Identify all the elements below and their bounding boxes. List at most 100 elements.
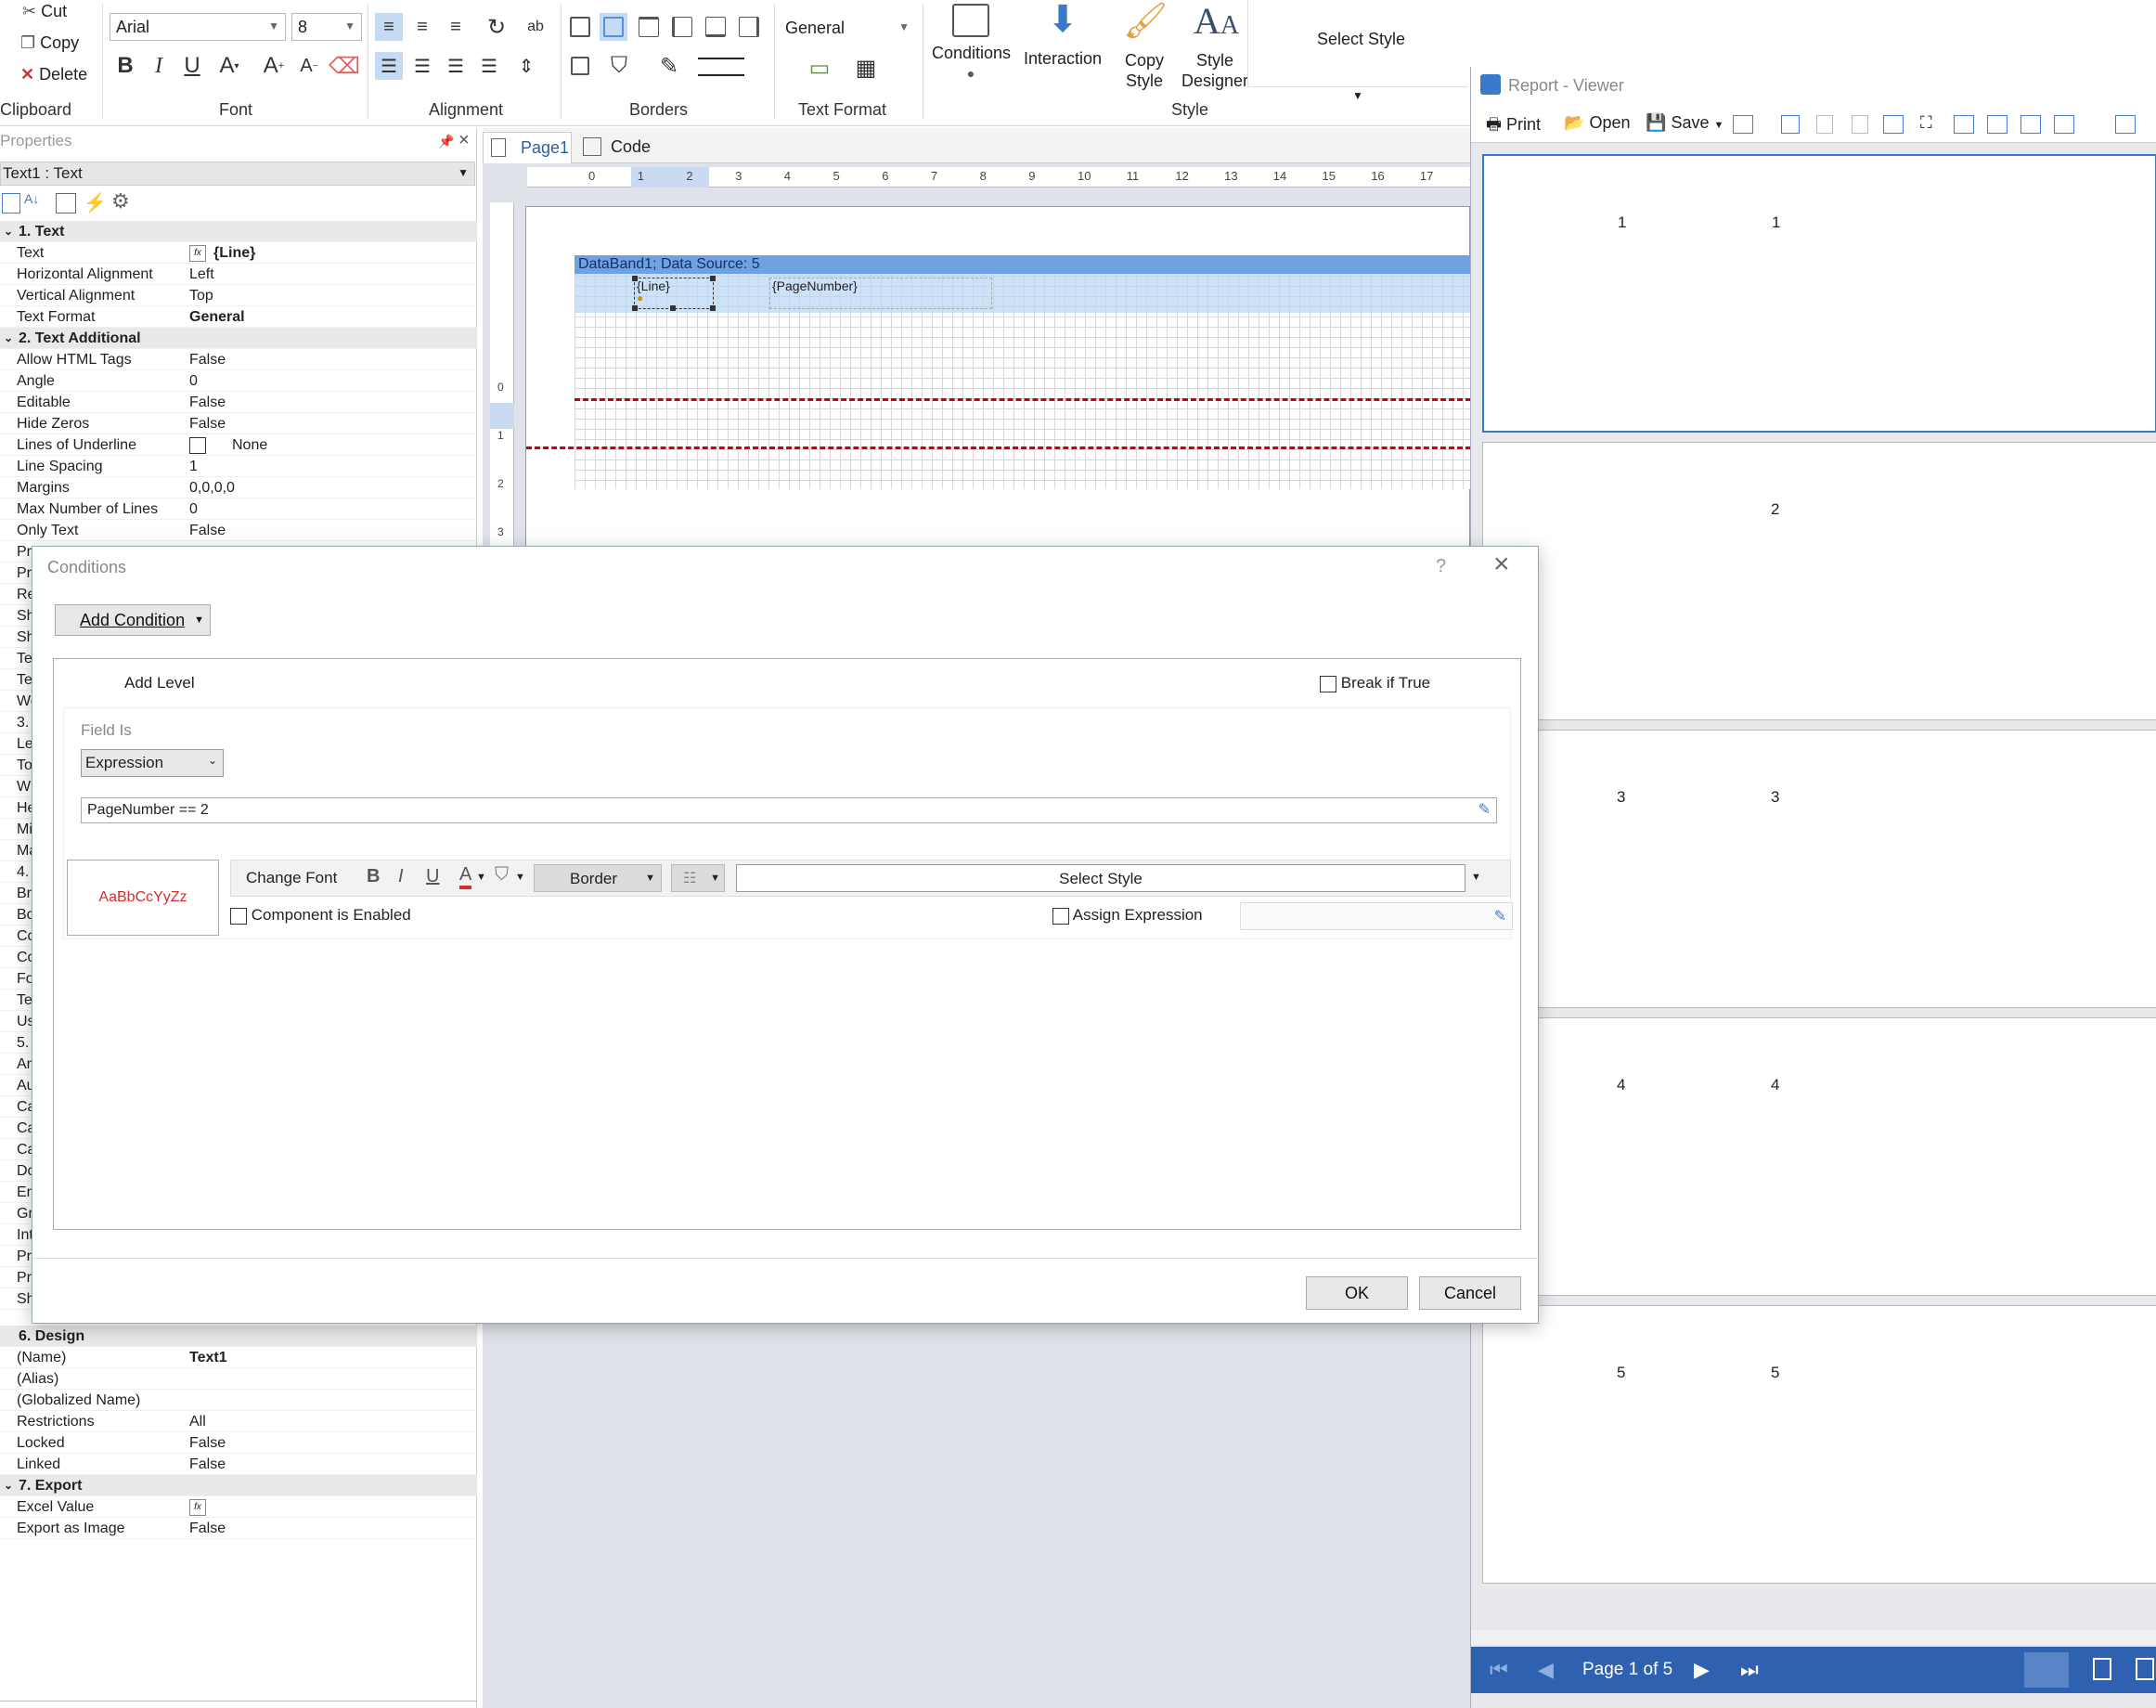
align-center-icon[interactable]: ☰ <box>408 52 436 80</box>
property-row[interactable]: (Name) Text1 <box>0 1347 477 1368</box>
property-value[interactable]: False <box>189 392 226 413</box>
rotate-icon[interactable]: ↻ <box>483 13 510 41</box>
italic-icon[interactable]: I <box>398 866 404 887</box>
property-value[interactable]: Text1 <box>189 1347 227 1368</box>
close-preview-icon[interactable] <box>2115 115 2136 134</box>
chevron-down-icon[interactable]: ▼ <box>515 872 525 883</box>
preview-page[interactable]: 11 <box>1482 154 2156 433</box>
edit-pencil-icon[interactable]: ✎ <box>1494 907 1506 925</box>
assign-expression-input[interactable]: ✎ <box>1240 902 1513 930</box>
multiple-pages-icon[interactable] <box>2054 115 2074 134</box>
multi-page-view-icon[interactable] <box>2136 1658 2154 1680</box>
property-row[interactable]: (Globalized Name) <box>0 1390 477 1411</box>
chevron-down-icon[interactable]: ▼ <box>1471 872 1481 883</box>
fill-bucket-icon[interactable]: ⛉ <box>495 864 509 886</box>
copy-button[interactable]: ❐ Copy <box>20 33 79 53</box>
text-color-icon[interactable]: A <box>459 864 472 889</box>
interaction-button[interactable]: ⬇ Interaction <box>1021 0 1104 69</box>
format-icon[interactable]: ▭ <box>806 54 833 82</box>
chevron-down-icon[interactable]: ▼ <box>1352 89 1363 102</box>
field-type-select[interactable]: Expression ⌄ <box>81 749 224 777</box>
next-page-icon[interactable]: ▶ <box>1694 1658 1710 1682</box>
property-row[interactable]: Lines of Underline None <box>0 434 477 456</box>
property-value[interactable]: 0 <box>189 498 198 520</box>
last-page-icon[interactable]: ⏭ <box>1740 1658 1759 1682</box>
expression-input[interactable]: PageNumber == 2 ✎ <box>81 797 1497 823</box>
right-border-icon[interactable] <box>735 13 763 41</box>
categorized-icon[interactable] <box>2 193 20 214</box>
align-bottom-icon[interactable]: ≡ <box>442 13 470 41</box>
property-value[interactable]: 1 <box>189 456 198 477</box>
property-row[interactable]: Only Text False <box>0 520 477 541</box>
property-row[interactable]: Restrictions All <box>0 1411 477 1432</box>
checkbox[interactable] <box>1052 907 1069 925</box>
save-button[interactable]: 💾 Save ▼ <box>1646 113 1724 133</box>
select-style-gallery[interactable]: Select Style ▼ <box>1247 0 1468 102</box>
two-pages-icon[interactable] <box>2020 115 2041 134</box>
property-value[interactable]: 0 <box>189 370 198 392</box>
property-value[interactable]: False <box>189 413 226 434</box>
bold-icon[interactable]: B <box>111 52 139 80</box>
word-wrap-icon[interactable]: ab <box>522 13 549 41</box>
style-designer-button[interactable]: AA Style Designer <box>1173 0 1257 91</box>
grow-font-icon[interactable]: A + <box>260 52 288 80</box>
single-page-view-icon[interactable] <box>2024 1652 2069 1688</box>
resize-handle[interactable] <box>670 305 676 311</box>
properties-view-icon[interactable] <box>56 193 76 214</box>
property-value[interactable]: False <box>189 1454 226 1475</box>
no-border-icon[interactable] <box>600 13 627 41</box>
close-icon[interactable]: × <box>458 130 470 151</box>
cut-button[interactable]: ✂ Cut <box>22 2 67 21</box>
preview-page[interactable]: 55 <box>1482 1305 2156 1584</box>
align-middle-icon[interactable]: ≡ <box>408 13 436 41</box>
property-value[interactable]: All <box>189 1411 206 1432</box>
edit-pencil-icon[interactable]: ✎ <box>1478 800 1491 819</box>
preview-page[interactable]: 44 <box>1482 1017 2156 1296</box>
add-condition-button[interactable]: Add Condition ▼ <box>55 604 211 636</box>
all-borders-icon[interactable] <box>566 13 594 41</box>
databand-header[interactable]: DataBand1; Data Source: 5 <box>575 255 1471 274</box>
conditions-button[interactable]: Conditions ● <box>932 0 1011 84</box>
property-value[interactable]: False <box>189 1432 226 1454</box>
ok-button[interactable]: OK <box>1306 1276 1408 1310</box>
fill-bucket-icon[interactable]: ⛉ <box>605 52 633 80</box>
text1-component[interactable]: {Line} ● <box>632 276 716 311</box>
bottom-border-icon[interactable] <box>702 13 729 41</box>
chevron-down-icon[interactable]: ▼ <box>476 872 486 883</box>
print-button[interactable]: 🖶 Print <box>1486 113 1541 141</box>
property-value[interactable]: None <box>232 434 267 456</box>
select-style-combo[interactable]: Select Style <box>736 864 1465 892</box>
eraser-icon[interactable]: ⌫ <box>329 52 360 80</box>
property-category[interactable]: ⌄ 2. Text Additional <box>0 328 477 349</box>
checkbox[interactable] <box>189 437 206 454</box>
align-top-icon[interactable]: ≡ <box>375 13 403 41</box>
justify-icon[interactable]: ☰ <box>475 52 503 80</box>
list-style-select[interactable]: ☷ ▼ <box>671 864 725 892</box>
property-value[interactable]: Left <box>189 264 214 285</box>
align-left-icon[interactable]: ☰ <box>375 52 403 80</box>
assign-expression-checkbox[interactable]: Assign Expression <box>1052 906 1203 925</box>
send-email-icon[interactable] <box>1733 115 1753 134</box>
property-value[interactable]: False <box>189 1518 226 1539</box>
expression-icon[interactable]: fx <box>189 1499 206 1516</box>
resize-handle[interactable] <box>632 305 638 311</box>
resize-handle[interactable] <box>710 305 716 311</box>
pagenumber-component[interactable]: {PageNumber} <box>769 278 992 309</box>
property-row[interactable]: Vertical Alignment Top <box>0 285 477 306</box>
horizontal-scrollbar[interactable] <box>1471 1630 2156 1645</box>
break-if-true-checkbox[interactable]: Break if True <box>1320 674 1430 692</box>
property-value[interactable]: {Line} <box>213 242 255 264</box>
shrink-font-icon[interactable]: A − <box>295 52 323 80</box>
border-color-icon[interactable]: ✎ <box>655 52 683 80</box>
gear-icon[interactable]: ⚙ <box>111 189 130 214</box>
chevron-down-icon[interactable]: ⌄ <box>4 221 13 242</box>
property-value[interactable]: Top <box>189 285 213 306</box>
underline-icon[interactable]: U <box>426 866 439 887</box>
component-enabled-checkbox[interactable]: Component is Enabled <box>230 906 411 925</box>
thumbnails-icon[interactable] <box>1852 115 1868 134</box>
property-row[interactable]: Horizontal Alignment Left <box>0 264 477 285</box>
delete-button[interactable]: ✕ Delete <box>20 65 87 84</box>
property-row[interactable]: Excel Value fx <box>0 1496 477 1518</box>
tab-page1[interactable]: Page1 <box>483 132 572 163</box>
align-right-icon[interactable]: ☰ <box>442 52 470 80</box>
